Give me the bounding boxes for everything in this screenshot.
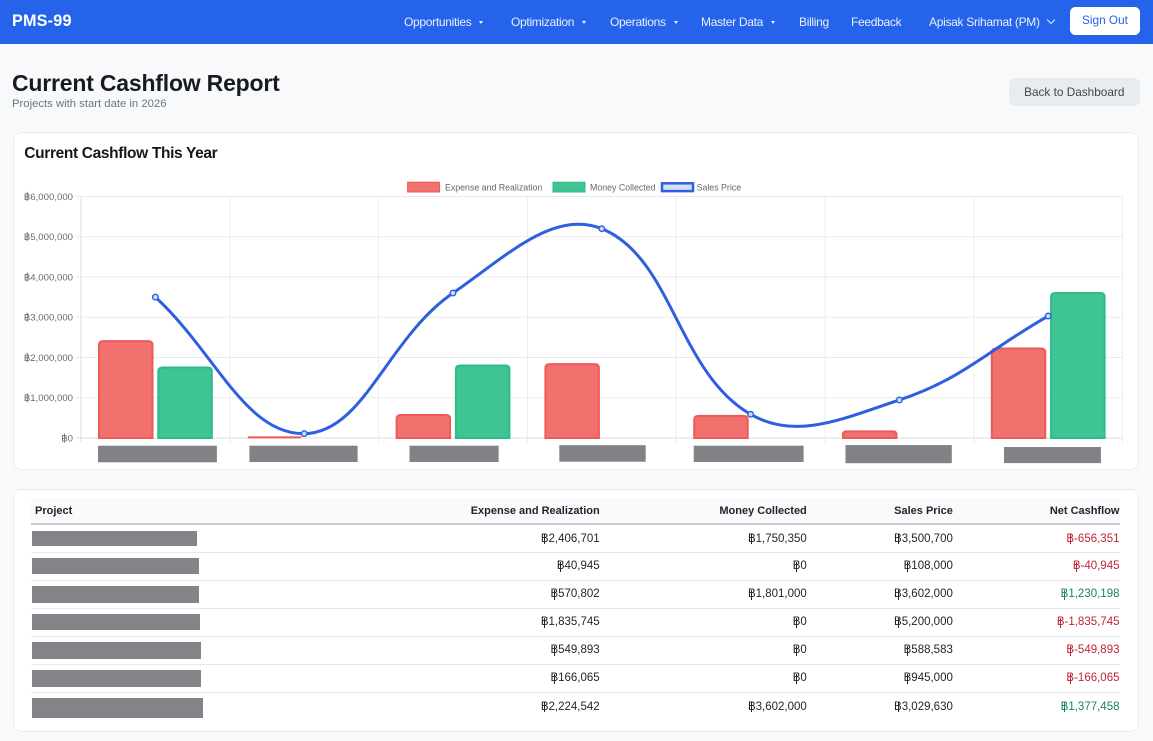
svg-text:B0: B0 [61, 433, 73, 444]
svg-text:B3,000,000: B3,000,000 [24, 313, 73, 324]
svg-text:Expense and Realization: Expense and Realization [445, 182, 542, 192]
svg-text:B2,000,000: B2,000,000 [24, 353, 73, 364]
svg-text:B5,000,000: B5,000,000 [24, 232, 73, 243]
svg-text:Sales Price: Sales Price [697, 182, 742, 192]
svg-text:B4,000,000: B4,000,000 [24, 272, 73, 283]
svg-text:B6,000,000: B6,000,000 [24, 192, 73, 203]
svg-text:B1,000,000: B1,000,000 [24, 393, 73, 404]
svg-text:Money Collected: Money Collected [590, 182, 656, 192]
